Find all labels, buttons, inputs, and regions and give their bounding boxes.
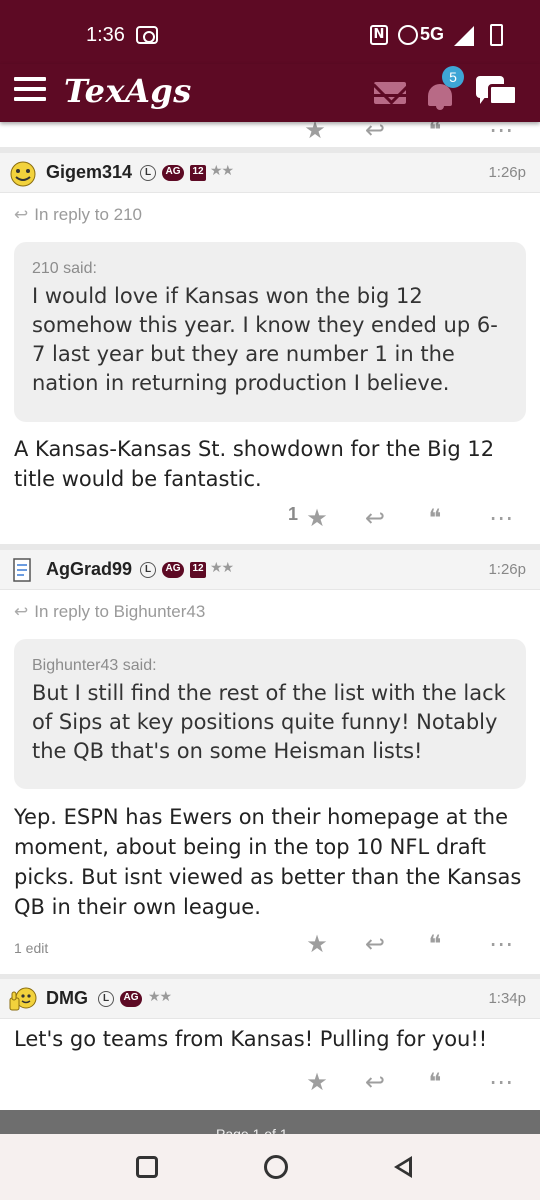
quote-block: Bighunter43 said: But I still find the r…	[14, 639, 526, 789]
username[interactable]: Gigem314	[46, 162, 132, 183]
chat-icon[interactable]	[476, 76, 522, 110]
badge-12: 12	[190, 165, 206, 181]
rank-stars: ★★	[148, 989, 172, 1005]
signal-icon	[454, 26, 474, 46]
post-actions: 1 ★ ↩ ❝ ⋯	[0, 498, 540, 538]
post-body: Yep. ESPN has Ewers on their homepage at…	[14, 805, 522, 919]
badge-12: 12	[190, 562, 206, 578]
menu-icon[interactable]	[14, 77, 46, 103]
like-count: 1	[288, 504, 299, 524]
alarm-icon	[398, 25, 418, 45]
quote-text: But I still find the rest of the list wi…	[32, 681, 506, 763]
star-icon[interactable]: ★	[302, 498, 332, 538]
previous-post-actions: ★ ↩ ❝ ⋯	[0, 116, 540, 150]
rank-stars: ★★	[210, 560, 234, 576]
reply-icon[interactable]: ↩	[360, 498, 390, 538]
more-icon[interactable]: ⋯	[486, 924, 516, 964]
back-button[interactable]	[394, 1156, 412, 1178]
quote-author: 210 said:	[32, 260, 97, 277]
pager-bar[interactable]: Page 1 of 1	[0, 1110, 540, 1134]
edit-count[interactable]: 1 edit	[14, 940, 48, 956]
post-time: 1:26p	[488, 561, 526, 578]
status-time: 1:36	[86, 24, 125, 46]
reply-arrow-icon: ↩	[14, 602, 29, 621]
quote-icon[interactable]: ❝	[420, 498, 450, 538]
app-root: 1:36 N 5G TexAgs 5 ★ ↩ ❝ ⋯ Gigem314 L AG…	[0, 0, 540, 1200]
more-icon[interactable]: ⋯	[486, 498, 516, 538]
post-time: 1:34p	[488, 990, 526, 1007]
reply-to-text: In reply to Bighunter43	[34, 602, 206, 621]
system-nav-bar	[0, 1134, 540, 1200]
nfc-icon: N	[370, 25, 388, 45]
username[interactable]: AgGrad99	[46, 559, 132, 580]
smiley-avatar-icon[interactable]	[8, 158, 38, 188]
badge-ag: AG	[162, 562, 184, 578]
thumbs-up-avatar-icon[interactable]	[8, 984, 38, 1014]
reply-icon[interactable]: ↩	[360, 1062, 390, 1102]
notepad-avatar-icon[interactable]	[8, 555, 38, 585]
badge-l: L	[140, 562, 156, 578]
badge-l: L	[98, 991, 114, 1007]
quote-author: Bighunter43 said:	[32, 657, 157, 674]
quote-icon[interactable]: ❝	[420, 924, 450, 964]
post-header: AgGrad99 L AG 12 ★★ 1:26p	[0, 550, 540, 590]
post-body: A Kansas-Kansas St. showdown for the Big…	[14, 437, 495, 491]
notification-badge: 5	[442, 66, 464, 88]
post-header: DMG L AG ★★ 1:34p	[0, 979, 540, 1019]
post-header: Gigem314 L AG 12 ★★ 1:26p	[0, 153, 540, 193]
reply-to-text: In reply to 210	[34, 205, 142, 224]
reply-to-link[interactable]: ↩ In reply to 210	[14, 205, 142, 225]
network-type: 5G	[420, 24, 445, 44]
star-icon[interactable]: ★	[302, 924, 332, 964]
username[interactable]: DMG	[46, 988, 88, 1009]
reply-to-link[interactable]: ↩ In reply to Bighunter43	[14, 602, 205, 622]
screen-record-icon	[136, 26, 158, 44]
badge-ag: AG	[120, 991, 142, 1007]
badge-ag: AG	[162, 165, 184, 181]
post-actions: 1 edit ★ ↩ ❝ ⋯	[0, 924, 540, 964]
reply-arrow-icon: ↩	[14, 205, 29, 224]
quote-text: I would love if Kansas won the big 12 so…	[32, 284, 498, 395]
brand-logo[interactable]: TexAgs	[64, 72, 192, 110]
battery-icon	[490, 24, 503, 46]
post-actions: ★ ↩ ❝ ⋯	[0, 1062, 540, 1102]
quote-block: 210 said: I would love if Kansas won the…	[14, 242, 526, 422]
quote-icon[interactable]: ❝	[420, 1062, 450, 1102]
reply-icon[interactable]: ↩	[360, 924, 390, 964]
post-body: Let's go teams from Kansas! Pulling for …	[14, 1027, 488, 1051]
mail-icon[interactable]	[374, 82, 406, 104]
home-button[interactable]	[264, 1155, 288, 1179]
post-time: 1:26p	[488, 164, 526, 181]
more-icon[interactable]: ⋯	[486, 1062, 516, 1102]
badge-l: L	[140, 165, 156, 181]
status-bar: 1:36 N 5G	[0, 0, 540, 64]
star-icon[interactable]: ★	[302, 1062, 332, 1102]
rank-stars: ★★	[210, 163, 234, 179]
recent-apps-button[interactable]	[136, 1156, 158, 1178]
pager-text: Page 1 of 1	[216, 1126, 288, 1134]
